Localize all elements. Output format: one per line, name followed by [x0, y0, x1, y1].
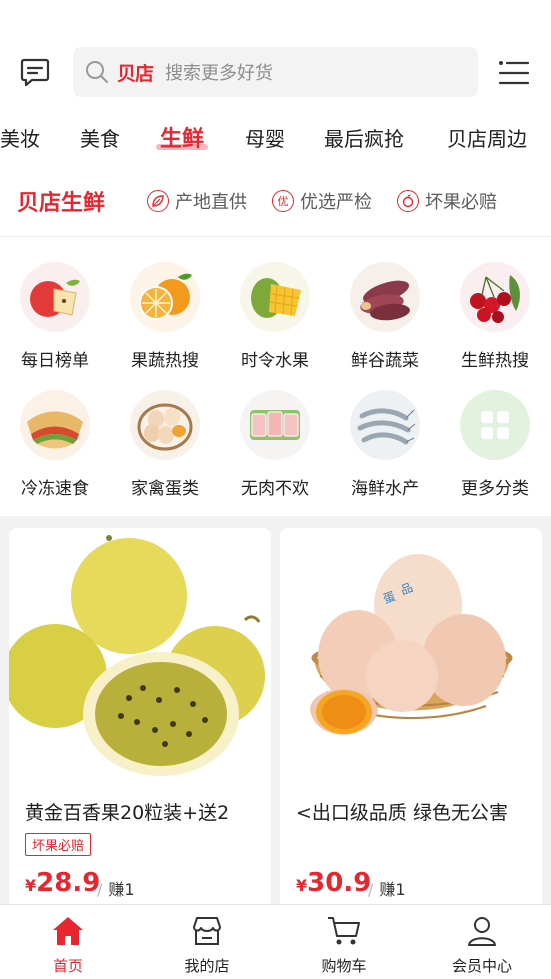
- shop-icon: [189, 913, 225, 949]
- divider: [0, 236, 551, 237]
- fresh-section-header: 贝店生鲜 产地直供 优 优选严检 坏果必赔: [0, 182, 551, 222]
- meat-icon: [240, 390, 310, 460]
- section-title: 贝店生鲜: [17, 191, 106, 216]
- menu-button[interactable]: [497, 56, 531, 90]
- category-seafood[interactable]: 海鲜水产: [330, 390, 440, 510]
- message-icon: [20, 58, 50, 87]
- nav-cart[interactable]: 购物车: [294, 913, 394, 977]
- tab-fresh[interactable]: 生鲜: [160, 121, 204, 153]
- category-poultry-eggs[interactable]: 家禽蛋类: [110, 390, 220, 510]
- category-label: 鲜谷蔬菜: [351, 351, 419, 371]
- search-icon: [85, 59, 111, 85]
- earn-amount: / 赚1: [368, 880, 406, 899]
- category-label: 生鲜热搜: [461, 351, 529, 371]
- cherry-icon: [460, 262, 530, 332]
- category-label: 每日榜单: [21, 351, 89, 371]
- feature-label: 坏果必赔: [425, 192, 497, 213]
- category-label: 时令水果: [241, 351, 309, 371]
- leaf-icon: [147, 190, 169, 212]
- category-label: 更多分类: [461, 479, 529, 499]
- list-menu-icon: [498, 61, 530, 85]
- category-meat[interactable]: 无肉不欢: [220, 390, 330, 510]
- product-name: <出口级品质 绿色无公害: [296, 802, 508, 824]
- category-frozen-fast[interactable]: 冷冻速食: [0, 390, 110, 510]
- category-tabs: 美妆 美食 生鲜 母婴 最后疯抢 贝店周边: [0, 117, 551, 161]
- category-produce-hot[interactable]: 果蔬热搜: [110, 262, 220, 382]
- product-card[interactable]: 蛋品 <出口级品质 绿色无公害 ¥30.9 /赚1: [280, 528, 542, 908]
- tab-last-sale[interactable]: 最后疯抢: [324, 123, 404, 152]
- category-fresh-hot[interactable]: 生鲜热搜: [440, 262, 550, 382]
- tab-baby[interactable]: 母婴: [245, 123, 285, 152]
- search-brand-logo: 贝店: [117, 62, 154, 85]
- feature-label: 优选严检: [300, 192, 372, 213]
- product-card[interactable]: 黄金百香果20粒装+送2 坏果必赔 ¥28.9 /赚1: [9, 528, 271, 908]
- mango-icon: [240, 262, 310, 332]
- category-more[interactable]: 更多分类: [440, 390, 550, 510]
- earn-amount: / 赚1: [97, 880, 135, 899]
- tab-makeup[interactable]: 美妆: [0, 123, 40, 152]
- search-input[interactable]: 贝店 搜索更多好货: [73, 47, 478, 97]
- nav-label: 会员中心: [451, 957, 512, 975]
- user-icon: [464, 913, 500, 949]
- passion-fruit-image: [9, 528, 271, 780]
- apple-icon: [20, 262, 90, 332]
- sweet-potato-icon: [350, 262, 420, 332]
- grid-icon: [460, 390, 530, 460]
- cart-icon: [326, 913, 362, 949]
- tab-beidian-nearby[interactable]: 贝店周边: [447, 123, 527, 152]
- category-daily-rank[interactable]: 每日榜单: [0, 262, 110, 382]
- top-header: 贝店 搜索更多好货: [0, 44, 551, 100]
- product-name: 黄金百香果20粒装+送2: [25, 802, 230, 824]
- pancake-icon: [20, 390, 90, 460]
- category-label: 果蔬热搜: [131, 351, 199, 371]
- nav-my-shop[interactable]: 我的店: [157, 913, 257, 977]
- category-label: 家禽蛋类: [131, 479, 199, 499]
- product-price: ¥30.9: [296, 868, 372, 898]
- feature-damage-guarantee: 坏果必赔: [397, 188, 497, 214]
- home-icon: [50, 913, 86, 949]
- orange-icon: [130, 262, 200, 332]
- bottom-navigation: 首页 我的店 购物车 会员中心: [0, 904, 551, 979]
- nav-member-center[interactable]: 会员中心: [432, 913, 532, 977]
- nav-label: 购物车: [321, 957, 367, 975]
- product-price: ¥28.9: [25, 868, 101, 898]
- shrimp-icon: [350, 390, 420, 460]
- eggs-basket-image: 蛋品: [280, 528, 542, 780]
- guarantee-badge: 坏果必赔: [25, 833, 92, 856]
- category-label: 冷冻速食: [21, 479, 89, 499]
- egg-basket-icon: [130, 390, 200, 460]
- fruit-icon: [397, 190, 419, 212]
- message-button[interactable]: [16, 53, 54, 91]
- feature-label: 产地直供: [175, 192, 247, 213]
- category-label: 无肉不欢: [241, 479, 309, 499]
- category-seasonal-fruit[interactable]: 时令水果: [220, 262, 330, 382]
- quality-icon: 优: [272, 190, 294, 212]
- search-placeholder: 搜索更多好货: [165, 63, 274, 84]
- nav-label: 首页: [52, 957, 83, 975]
- feature-quality-check: 优 优选严检: [272, 188, 372, 214]
- nav-home[interactable]: 首页: [18, 913, 118, 977]
- category-grains-veg[interactable]: 鲜谷蔬菜: [330, 262, 440, 382]
- category-label: 海鲜水产: [351, 479, 419, 499]
- nav-label: 我的店: [184, 957, 230, 975]
- feature-origin-direct: 产地直供: [147, 188, 247, 214]
- tab-food[interactable]: 美食: [80, 123, 120, 152]
